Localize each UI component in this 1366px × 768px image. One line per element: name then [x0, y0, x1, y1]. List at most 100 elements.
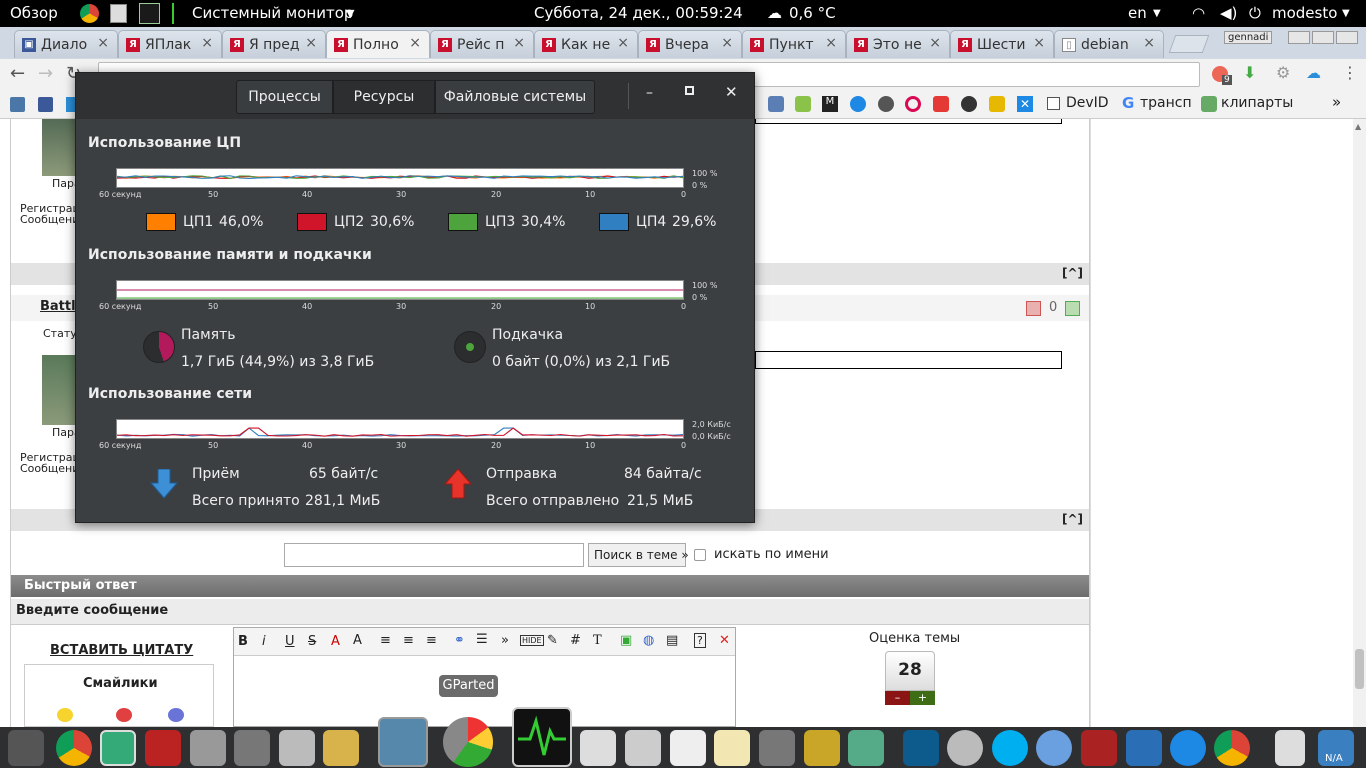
swap-pie-icon[interactable] — [454, 331, 486, 363]
bookmark-icon[interactable] — [878, 96, 894, 112]
close-icon[interactable]: × — [617, 35, 629, 51]
smiley-sad-icon[interactable] — [168, 708, 184, 722]
android-bookmark-icon[interactable] — [795, 96, 811, 112]
more-bookmarks-icon[interactable]: » — [1332, 93, 1341, 111]
close-icon[interactable]: × — [513, 35, 525, 51]
user-menu[interactable]: modesto — [1272, 4, 1337, 22]
install-icon[interactable] — [190, 730, 226, 766]
top-link[interactable]: [^] — [1062, 512, 1083, 526]
hide-icon[interactable]: HIDE — [520, 635, 544, 646]
download-extension-icon[interactable]: ⬇ — [1243, 63, 1256, 82]
system-monitor-icon[interactable] — [512, 707, 572, 767]
back-icon[interactable]: ← — [10, 63, 25, 84]
rating-plus-button[interactable]: + — [910, 691, 935, 705]
topic-search-input[interactable] — [284, 543, 584, 567]
close-icon[interactable]: × — [929, 35, 941, 51]
tab-2[interactable]: Я ЯПлак × — [118, 30, 222, 58]
eye-icon[interactable] — [947, 730, 983, 766]
keyboard-layout[interactable]: en — [1128, 4, 1147, 22]
oscilloscope-icon[interactable] — [903, 730, 939, 766]
topic-search-button[interactable]: Поиск в теме » — [588, 543, 689, 567]
cliparts-bookmark[interactable]: клипарты — [1221, 95, 1293, 111]
memory-pie-icon[interactable] — [143, 331, 175, 363]
m-bookmark-icon[interactable]: M — [822, 96, 838, 112]
receive-arrow-icon[interactable] — [150, 469, 178, 499]
wifi-icon[interactable]: ◠ — [1192, 4, 1205, 22]
close-icon[interactable]: × — [409, 35, 421, 51]
chrome-launcher-icon[interactable] — [80, 4, 99, 23]
smiley-love-icon[interactable] — [116, 708, 132, 722]
close-icon[interactable]: × — [1143, 35, 1155, 51]
monitor-app-icon[interactable] — [1126, 730, 1162, 766]
transp-bookmark[interactable]: трансп — [1140, 95, 1192, 111]
cpu3-color-swatch[interactable] — [448, 213, 478, 231]
karma-up-icon[interactable] — [1065, 301, 1080, 316]
close-icon[interactable]: × — [1033, 35, 1045, 51]
font-size-icon[interactable]: A — [353, 633, 362, 648]
globe-app-icon[interactable] — [100, 730, 136, 766]
cloud-extension-icon[interactable]: ☁ — [1306, 64, 1321, 82]
quote-icon[interactable]: » — [501, 633, 509, 648]
strike-icon[interactable]: S — [308, 634, 316, 649]
cpu2-color-swatch[interactable] — [297, 213, 327, 231]
send-arrow-icon[interactable] — [444, 469, 472, 499]
minimize-window-icon[interactable] — [1288, 31, 1310, 44]
devid-bookmark[interactable]: DevID — [1066, 95, 1109, 111]
tab-11[interactable]: ▯ debian × — [1054, 30, 1164, 58]
activities-button[interactable]: Обзор — [10, 4, 58, 22]
align-right-icon[interactable]: ≡ — [426, 633, 437, 648]
scrollbar-thumb[interactable] — [1355, 649, 1364, 689]
gimp-icon[interactable] — [8, 730, 44, 766]
help-icon[interactable]: ? — [694, 633, 706, 648]
maximize-icon[interactable] — [685, 86, 694, 95]
settings-extension-icon[interactable]: ⚙ — [1276, 63, 1290, 82]
karma-down-icon[interactable] — [1026, 301, 1041, 316]
text-editor-icon[interactable] — [714, 730, 750, 766]
close-icon[interactable]: × — [825, 35, 837, 51]
checklist-icon[interactable] — [580, 730, 616, 766]
bold-icon[interactable]: B — [238, 634, 248, 649]
smiley-cool-icon[interactable] — [57, 708, 73, 722]
close-icon[interactable]: × — [201, 35, 213, 51]
bird-bookmark-icon[interactable] — [850, 96, 866, 112]
tab-6[interactable]: Я Как не × — [534, 30, 638, 58]
rating-minus-button[interactable]: – — [885, 691, 910, 705]
user-chevron-icon[interactable]: ▼ — [1342, 8, 1350, 19]
new-tab-button[interactable] — [1168, 35, 1210, 53]
tab-3[interactable]: ЯЯ пред × — [222, 30, 326, 58]
app-icon[interactable] — [234, 730, 270, 766]
top-link[interactable]: [^] — [1062, 266, 1083, 280]
phone-icon[interactable] — [1275, 730, 1305, 766]
tab-processes[interactable]: Процессы — [236, 80, 333, 114]
app-icon[interactable] — [804, 730, 840, 766]
debian-bookmark-icon[interactable] — [905, 96, 921, 112]
github-bookmark-icon[interactable] — [961, 96, 977, 112]
search-icon[interactable] — [670, 730, 706, 766]
gimp-wilber-icon[interactable] — [759, 730, 795, 766]
tab-resources[interactable]: Ресурсы — [333, 80, 435, 114]
flash-icon[interactable]: ◍ — [643, 633, 654, 648]
vk-bookmark-icon[interactable] — [10, 97, 25, 112]
network-globe-icon[interactable] — [1036, 730, 1072, 766]
gparted-icon[interactable] — [443, 717, 493, 767]
app-icon[interactable] — [145, 730, 181, 766]
lang-chevron-icon[interactable]: ▼ — [1153, 8, 1161, 19]
insert-quote-link[interactable]: ВСТАВИТЬ ЦИТАТУ — [50, 643, 193, 658]
chrome-icon[interactable] — [56, 730, 92, 766]
cpu4-color-swatch[interactable] — [599, 213, 629, 231]
tab-7[interactable]: Я Вчера × — [638, 30, 742, 58]
close-icon[interactable]: × — [305, 35, 317, 51]
weather-temp[interactable]: 0,6 °C — [789, 4, 836, 22]
teamviewer-icon[interactable] — [1170, 730, 1206, 766]
close-window-icon[interactable] — [1336, 31, 1358, 44]
underline-icon[interactable]: U — [285, 634, 295, 649]
tab-10[interactable]: Я Шести × — [950, 30, 1054, 58]
facebook-bookmark-icon[interactable] — [38, 97, 53, 112]
files-launcher-icon[interactable] — [110, 4, 127, 23]
link-icon[interactable]: ⚭ — [454, 633, 465, 648]
bookmark-icon[interactable] — [989, 96, 1005, 112]
italic-icon[interactable]: i — [262, 634, 266, 649]
font-color-icon[interactable]: A — [331, 634, 340, 649]
menu-icon[interactable]: ⋮ — [1342, 63, 1358, 82]
align-left-icon[interactable]: ≡ — [380, 633, 391, 648]
